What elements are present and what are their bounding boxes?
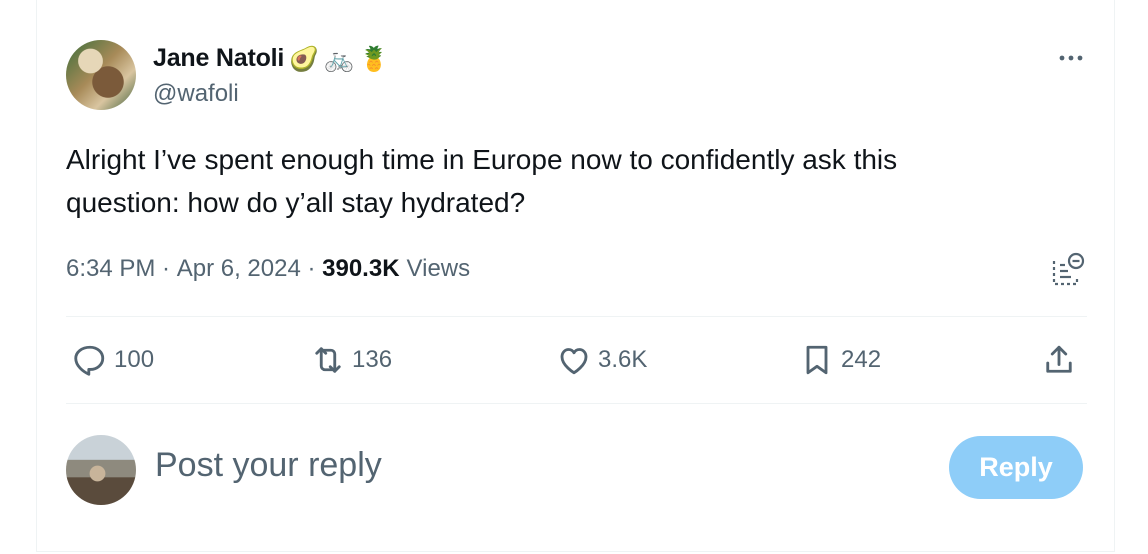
meta-separator: · xyxy=(300,255,323,282)
tweet-meta: 6:34 PM · Apr 6, 2024 · 390.3K Views xyxy=(66,255,470,283)
reply-button[interactable]: 100 xyxy=(72,337,154,383)
like-count: 3.6K xyxy=(598,346,648,373)
user-avatar[interactable] xyxy=(66,435,136,505)
reply-submit-button[interactable]: Reply xyxy=(949,436,1083,499)
avocado-emoji: 🥑 xyxy=(289,44,320,73)
bicycle-emoji: 🚲 xyxy=(324,44,354,73)
reply-icon xyxy=(74,345,105,376)
repost-count: 136 xyxy=(352,346,393,373)
meta-separator: · xyxy=(155,255,177,282)
author-avatar[interactable] xyxy=(66,40,136,110)
analytics-icon[interactable] xyxy=(1051,251,1085,287)
tweet-text: Alright I’ve spent enough time in Europe… xyxy=(66,138,1066,224)
divider xyxy=(66,403,1087,404)
author-name-row[interactable]: Jane Natoli 🥑 🚲 🍍 xyxy=(153,44,389,73)
reply-input[interactable]: Post your reply xyxy=(155,446,382,485)
like-button[interactable]: 3.6K xyxy=(556,337,647,383)
share-button[interactable] xyxy=(1041,337,1077,383)
bookmark-icon xyxy=(806,345,828,375)
views-label: Views xyxy=(406,255,471,282)
repost-button[interactable]: 136 xyxy=(310,337,392,383)
pineapple-emoji: 🍍 xyxy=(358,44,389,73)
reply-count: 100 xyxy=(114,346,155,373)
tweet-time[interactable]: 6:34 PM xyxy=(66,255,155,283)
tweet-text-line: Alright I’ve spent enough time in Europe… xyxy=(66,144,898,175)
like-icon xyxy=(560,348,588,375)
bookmark-count: 242 xyxy=(841,346,882,373)
tweet-text-line: question: how do y’all stay hydrated? xyxy=(66,187,526,218)
author-handle[interactable]: @wafoli xyxy=(153,80,239,108)
author-name[interactable]: Jane Natoli xyxy=(153,44,284,73)
views-count: 390.3K xyxy=(322,255,400,282)
repost-icon xyxy=(315,347,341,373)
tweet-date[interactable]: Apr 6, 2024 xyxy=(177,255,301,283)
divider xyxy=(66,316,1087,317)
more-icon[interactable] xyxy=(1056,48,1086,68)
action-bar: 100 136 3.6K 242 xyxy=(66,337,1087,383)
bookmark-button[interactable]: 242 xyxy=(799,337,881,383)
share-icon xyxy=(1046,345,1072,373)
